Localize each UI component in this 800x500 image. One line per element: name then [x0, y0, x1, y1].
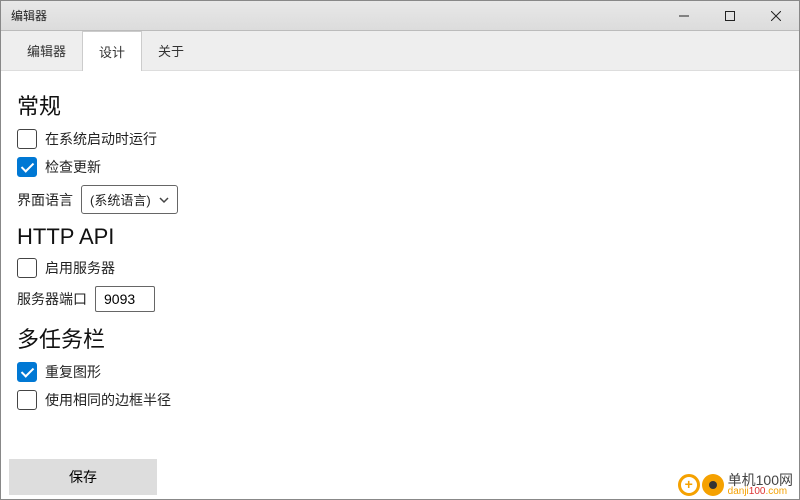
watermark-line1: 单机100网: [728, 473, 793, 487]
checkbox-run-on-startup[interactable]: [17, 129, 37, 149]
select-ui-language[interactable]: (系统语言): [81, 185, 178, 214]
label-check-updates: 检查更新: [45, 157, 101, 177]
tab-editor[interactable]: 编辑器: [11, 31, 82, 70]
checkbox-same-radius[interactable]: [17, 390, 37, 410]
label-ui-language: 界面语言: [17, 190, 73, 210]
checkbox-check-updates[interactable]: [17, 157, 37, 177]
label-server-port: 服务器端口: [17, 289, 87, 309]
tab-about[interactable]: 关于: [142, 31, 200, 70]
label-run-on-startup: 在系统启动时运行: [45, 129, 157, 149]
window-titlebar: 编辑器: [1, 1, 799, 31]
tab-design[interactable]: 设计: [82, 31, 142, 71]
label-same-radius: 使用相同的边框半径: [45, 390, 171, 410]
chevron-down-icon: [159, 195, 169, 205]
section-general-title: 常规: [17, 89, 783, 121]
minimize-button[interactable]: [661, 1, 707, 31]
label-enable-server: 启用服务器: [45, 258, 115, 278]
save-button[interactable]: 保存: [9, 459, 157, 495]
checkbox-enable-server[interactable]: [17, 258, 37, 278]
select-ui-language-value: (系统语言): [90, 190, 151, 209]
window-title: 编辑器: [11, 7, 47, 24]
settings-content[interactable]: 常规 在系统启动时运行 检查更新 界面语言 (系统语言) HTTP API 启用…: [1, 71, 799, 499]
checkbox-repeat-graphic[interactable]: [17, 362, 37, 382]
watermark-line2: danji100.com: [728, 487, 793, 497]
maximize-button[interactable]: [707, 1, 753, 31]
tab-strip: 编辑器 设计 关于: [1, 31, 799, 71]
section-multitaskbar-title: 多任务栏: [17, 322, 783, 354]
watermark: 单机100网 danji100.com: [678, 473, 793, 497]
section-http-title: HTTP API: [17, 224, 783, 250]
close-button[interactable]: [753, 1, 799, 31]
label-repeat-graphic: 重复图形: [45, 362, 101, 382]
input-server-port[interactable]: [95, 286, 155, 312]
watermark-logo-icon: [678, 474, 724, 496]
